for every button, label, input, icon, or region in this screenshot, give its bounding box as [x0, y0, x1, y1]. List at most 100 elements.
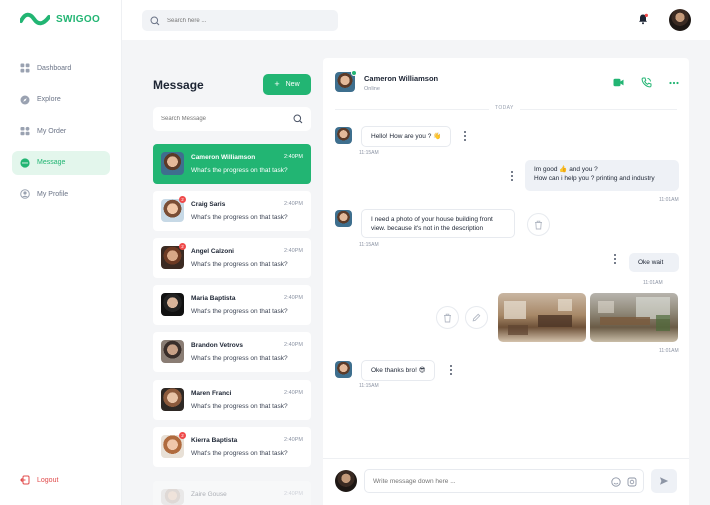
message-timestamp: 11:01AM [643, 280, 663, 286]
chat-actions [613, 77, 679, 88]
user-avatar[interactable] [669, 9, 691, 31]
delete-message-button[interactable] [527, 213, 550, 236]
message-preview: What's the progress on that task? [191, 403, 288, 410]
conversation-item[interactable]: Maria Baptista 2:40PM What's the progres… [153, 285, 311, 325]
compose-divider [323, 458, 689, 459]
nav-label: My Order [37, 127, 67, 135]
message-preview: What's the progress on that task? [191, 450, 288, 457]
nav-item-message[interactable]: Message [12, 150, 110, 175]
sender-avatar [335, 127, 352, 144]
contact-name: Maria Baptista [191, 295, 236, 302]
phone-call-icon[interactable] [641, 77, 652, 88]
message-timestamp: 11:01AM [659, 197, 679, 203]
contact-name: Kierra Baptista [191, 437, 238, 444]
message-time: 2:40PM [284, 295, 303, 301]
video-call-icon[interactable] [613, 78, 624, 87]
conversation-item[interactable]: 2 Craig Saris 2:40PM What's the progress… [153, 191, 311, 231]
search-icon [293, 114, 303, 124]
nav-label: Dashboard [37, 64, 72, 72]
sender-avatar [335, 210, 352, 227]
send-icon [660, 477, 669, 485]
compose-box[interactable] [364, 469, 644, 493]
photo-image [504, 299, 572, 335]
contact-avatar [161, 152, 184, 175]
conversation-item[interactable]: Maren Franci 2:40PM What's the progress … [153, 380, 311, 420]
message-preview: What's the progress on that task? [191, 308, 288, 315]
sidebar: SWIGOO Dashboard Explore My Order Messag… [0, 0, 122, 505]
chat-panel: Cameron Williamson Online TODAY Hello! H… [323, 58, 689, 505]
message-input[interactable] [373, 477, 593, 485]
house-photo-interior-1[interactable] [498, 293, 586, 342]
global-search[interactable] [142, 10, 338, 31]
message-menu-icon[interactable] [510, 171, 514, 181]
message-menu-icon[interactable] [463, 131, 467, 141]
message-timestamp: 11:15AM [359, 242, 379, 248]
edit-photos-button[interactable] [465, 306, 488, 329]
nav-label: Explore [37, 96, 61, 103]
message-preview: What's the progress on that task? [191, 261, 288, 268]
day-divider: TODAY [489, 105, 520, 111]
message-line: I need a photo of your house building fr… [371, 216, 493, 223]
trash-icon [535, 220, 542, 229]
unread-badge: 2 [179, 196, 186, 203]
chat-contact-status: Online [364, 86, 380, 92]
new-button-label: New [285, 81, 300, 88]
message-bubble-outgoing: Im good 👍 and you ? How can i help you ?… [525, 160, 679, 191]
message-menu-icon[interactable] [449, 365, 453, 375]
message-time: 2:40PM [284, 437, 303, 443]
trash-icon [444, 313, 451, 322]
contact-name: Brandon Vetrovs [191, 342, 244, 349]
image-attach-icon[interactable] [627, 477, 637, 487]
conversation-item[interactable]: Brandon Vetrovs 2:40PM What's the progre… [153, 332, 311, 372]
global-search-input[interactable] [167, 17, 327, 24]
contact-avatar [161, 340, 184, 363]
contact-avatar [161, 293, 184, 316]
conversation-item[interactable]: 2 Kierra Baptista 2:40PM What's the prog… [153, 427, 311, 467]
delete-photos-button[interactable] [436, 306, 459, 329]
conversation-item[interactable]: Cameron Williamson 2:40PM What's the pro… [153, 144, 311, 184]
nav-item-dashboard[interactable]: Dashboard [12, 56, 110, 80]
nav-item-my-order[interactable]: My Order [12, 119, 110, 143]
nav-item-my-profile[interactable]: My Profile [12, 182, 110, 206]
user-icon [20, 189, 30, 199]
top-bar [122, 0, 710, 40]
sender-avatar [335, 361, 352, 378]
nav-label: Message [37, 159, 66, 166]
message-timestamp: 11:15AM [359, 383, 379, 389]
photo-image [598, 297, 670, 331]
brand-logo[interactable]: SWIGOO [20, 12, 100, 26]
contact-name: Maren Franci [191, 390, 232, 397]
contact-name: Angel Calzoni [191, 248, 234, 255]
contact-name: Cameron Williamson [191, 154, 256, 161]
message-line: How can i help you ? printing and indust… [534, 175, 655, 182]
message-line: view. because it's not in the descriptio… [371, 225, 484, 232]
message-search[interactable] [153, 107, 311, 131]
message-preview: What's the progress on that task? [191, 355, 288, 362]
message-preview: What's the progress on that task? [191, 214, 288, 221]
conversation-item[interactable]: Zaire Gouse 2:40PM [153, 481, 311, 505]
unread-badge: 2 [179, 243, 186, 250]
logout-icon [20, 475, 30, 485]
brand-name: SWIGOO [56, 13, 101, 25]
message-bubble-incoming: I need a photo of your house building fr… [361, 209, 515, 238]
contact-name: Zaire Gouse [191, 491, 227, 498]
message-preview: What's the progress on that task? [191, 167, 288, 174]
message-search-input[interactable] [161, 116, 281, 122]
conversation-item[interactable]: 2 Angel Calzoni 2:40PM What's the progre… [153, 238, 311, 278]
plus-icon: + [274, 79, 280, 89]
more-options-icon[interactable] [669, 81, 679, 85]
nav-item-explore[interactable]: Explore [12, 88, 110, 112]
logout-button[interactable]: Logout [20, 475, 58, 485]
notification-bell-icon[interactable] [637, 13, 649, 25]
send-button[interactable] [651, 469, 677, 493]
message-time: 2:40PM [284, 201, 303, 207]
message-time: 2:40PM [284, 154, 303, 160]
online-indicator [351, 70, 357, 76]
chat-contact-name: Cameron Williamson [364, 74, 439, 83]
emoji-icon[interactable] [611, 477, 621, 487]
search-icon [150, 16, 160, 25]
new-message-button[interactable]: + New [263, 74, 311, 95]
message-bubble-incoming: Oke thanks bro! 😎 [361, 360, 436, 381]
house-photo-interior-2[interactable] [590, 293, 678, 342]
message-menu-icon[interactable] [613, 254, 617, 264]
